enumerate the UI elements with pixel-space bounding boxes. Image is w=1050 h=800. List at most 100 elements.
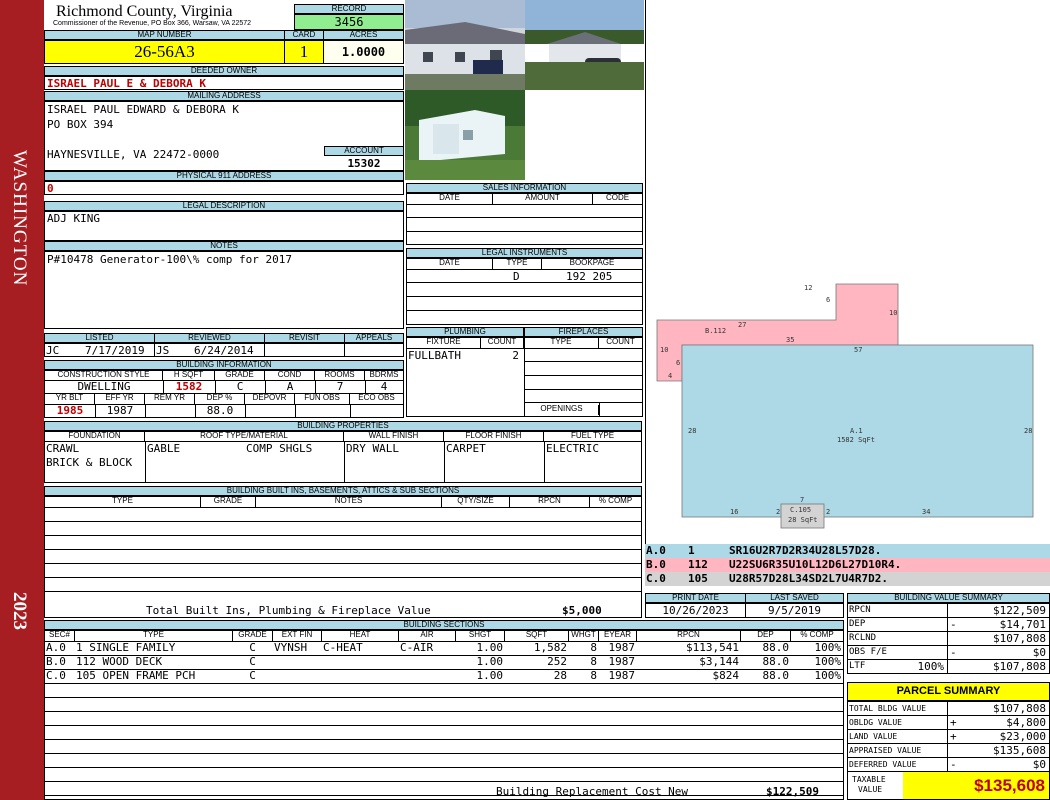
- bins-col-rpcn: RPCN: [510, 497, 590, 507]
- notes-label: NOTES: [44, 241, 404, 251]
- vector-cell: SR16U2R7D2R34U28L57D28.: [729, 544, 882, 557]
- bi-dep: 88.0: [206, 404, 234, 417]
- vector-cell: 1: [688, 544, 695, 557]
- record-label: RECORD: [294, 4, 404, 14]
- section-cell: 100%: [814, 655, 842, 668]
- value-amount: $107,808: [993, 660, 1046, 673]
- mailing-label: MAILING ADDRESS: [44, 91, 404, 101]
- sketch-dimension: 10: [889, 309, 897, 317]
- listed-by: JC: [46, 344, 60, 357]
- section-cell: A.0: [46, 641, 66, 654]
- plumbing-label: PLUMBING: [406, 327, 524, 337]
- section-cell: C-AIR: [400, 641, 434, 654]
- reviewed-label: REVIEWED: [154, 333, 265, 343]
- sections-col-0: SEC#: [45, 631, 75, 641]
- parcel-summary-title: PARCEL SUMMARY: [847, 682, 1050, 701]
- revisit-label: REVISIT: [264, 333, 345, 343]
- instr-col-bookpage: BOOKPAGE: [569, 258, 615, 267]
- taxable-label-1: TAXABLE: [852, 775, 886, 784]
- bins-col-qty: QTY/SIZE: [442, 497, 510, 507]
- house-photo-icon: [405, 0, 525, 90]
- section-cell: 1987: [608, 641, 636, 654]
- instr-col-date: DATE: [407, 259, 493, 269]
- vector-cell: U22SU6R35U10L12D6L27D10R4.: [729, 558, 902, 571]
- vector-cell: B.0: [646, 558, 666, 571]
- legal-label: LEGAL DESCRIPTION: [44, 201, 404, 211]
- sketch-dimension: 2: [776, 508, 780, 516]
- building-info-label: BUILDING INFORMATION: [44, 360, 404, 370]
- sections-col-8: WHGT: [569, 631, 599, 641]
- mailing-line2: PO BOX 394: [47, 118, 114, 131]
- replacement-label: Building Replacement Cost New: [496, 785, 689, 798]
- builtins-total-label: Total Built Ins, Plumbing & Fireplace Va…: [146, 604, 431, 617]
- account-value: 15302: [347, 157, 381, 170]
- prop-foundation1: CRAWL: [46, 442, 80, 455]
- record-value: 3456: [294, 14, 404, 30]
- value-sign: -: [950, 618, 957, 631]
- vector-cell: A.0: [646, 544, 666, 557]
- instr-col-type: TYPE: [493, 259, 542, 269]
- builtins-table: [44, 496, 642, 618]
- appeals-label: APPEALS: [344, 333, 404, 343]
- sketch-dimension: 57: [854, 346, 862, 354]
- sidebar-band: [0, 0, 44, 800]
- sales-label: SALES INFORMATION: [406, 183, 643, 193]
- value-amount: $107,808: [993, 632, 1046, 645]
- properties-label: BUILDING PROPERTIES: [44, 421, 642, 431]
- last-saved: 9/5/2019: [768, 604, 821, 617]
- value-sign: -: [950, 646, 957, 659]
- sketch-dimension: 2: [826, 508, 830, 516]
- sketch-dimension: 28: [1024, 427, 1032, 435]
- last-saved-label: LAST SAVED: [745, 593, 844, 603]
- sections-col-12: % COMP: [800, 630, 834, 639]
- sketch-a-label: A.1: [850, 427, 863, 435]
- acres-label: ACRES: [323, 30, 404, 40]
- parcel-name: DEFERRED VALUE: [849, 760, 917, 769]
- value-name: DEP: [849, 619, 866, 629]
- physical-value: 0: [47, 182, 54, 195]
- instruments-label: LEGAL INSTRUMENTS: [406, 248, 643, 258]
- listed-label: LISTED: [44, 333, 155, 343]
- sections-col-10: RPCN: [637, 631, 741, 641]
- taxable-label-2: VALUE: [858, 785, 883, 794]
- prop-roof-type: GABLE: [147, 442, 181, 455]
- section-cell: C: [249, 641, 256, 654]
- section-cell: 88.0: [762, 669, 790, 682]
- vector-cell: 112: [688, 558, 708, 571]
- parcel-sign: +: [950, 716, 957, 729]
- sections-col-11: DEP: [741, 631, 791, 641]
- photo-shed: [405, 90, 525, 180]
- sketch-dimension: 34: [922, 508, 930, 516]
- sections-col-2: GRADE: [233, 631, 273, 641]
- bi-col-remyr: REM YR: [145, 394, 195, 404]
- value-name: LTF: [849, 661, 866, 671]
- sections-col-3: EXT FIN: [273, 631, 322, 641]
- parcel-amount: $135,608: [993, 744, 1046, 757]
- section-cell: 1.00: [476, 669, 504, 682]
- bi-effyr: 1987: [106, 404, 134, 417]
- value-summary-label: BUILDING VALUE SUMMARY: [847, 593, 1050, 603]
- taxable-value: $135,608: [903, 772, 1049, 799]
- parcel-name: LAND VALUE: [849, 732, 898, 741]
- section-cell: 1.00: [476, 641, 504, 654]
- bi-hsqft: 1582: [175, 380, 203, 393]
- section-cell: 88.0: [762, 641, 790, 654]
- parcel-name: APPRAISED VALUE: [849, 746, 922, 755]
- vector-cell: 105: [688, 572, 708, 585]
- bi-grade: C: [236, 380, 244, 393]
- value-name: OBS F/E: [849, 647, 887, 657]
- sketch-c-area: 28 SqFt: [788, 516, 818, 524]
- plumb-col-count: COUNT: [481, 338, 524, 348]
- section-cell: 1 SINGLE FAMILY: [76, 641, 176, 654]
- fire-col-count: COUNT: [606, 337, 635, 346]
- sketch-dimension: 4: [668, 372, 672, 380]
- mailing-line1: ISRAEL PAUL EDWARD & DEBORA K: [47, 103, 240, 116]
- sketch-dimension: 16: [730, 508, 738, 516]
- section-cell: $3,144: [699, 655, 739, 668]
- bi-col-ecoobs: ECO OBS: [358, 393, 395, 402]
- bi-style: DWELLING: [77, 380, 131, 393]
- sketch-dimension: 10: [660, 346, 668, 354]
- builtins-label: BUILDING BUILT INS, BASEMENTS, ATTICS & …: [44, 486, 642, 496]
- section-cell: 100%: [814, 641, 842, 654]
- parcel-amount: $0: [1032, 758, 1046, 771]
